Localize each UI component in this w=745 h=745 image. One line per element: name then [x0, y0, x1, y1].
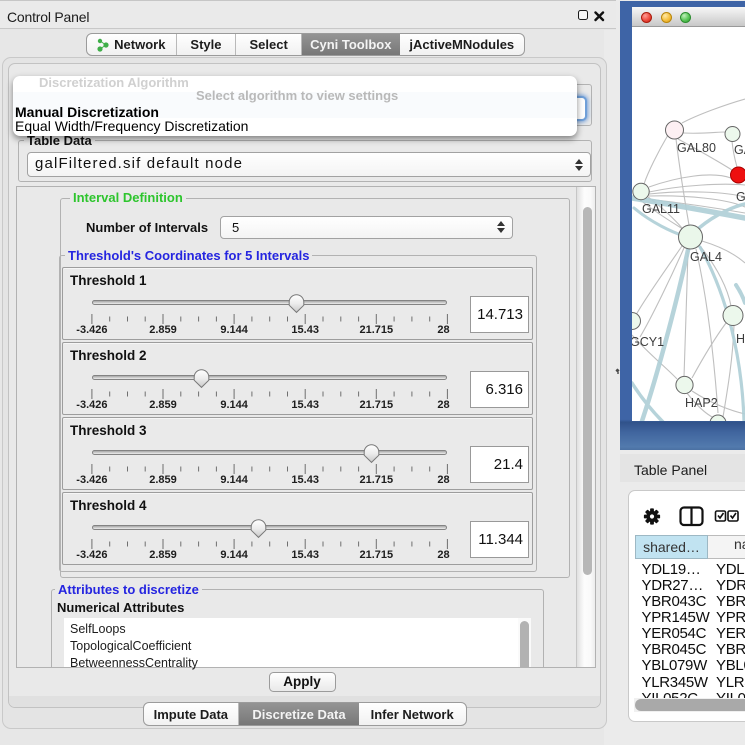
svg-text:GA: GA — [734, 143, 745, 157]
svg-text:GAL11: GAL11 — [642, 202, 680, 216]
svg-text:GAL4: GAL4 — [690, 250, 722, 264]
svg-text:H: H — [736, 332, 745, 346]
svg-text:GCY1: GCY1 — [632, 335, 664, 349]
svg-text:GAL80: GAL80 — [677, 141, 716, 155]
svg-text:HAP2: HAP2 — [685, 396, 718, 410]
svg-text:G: G — [736, 190, 745, 204]
